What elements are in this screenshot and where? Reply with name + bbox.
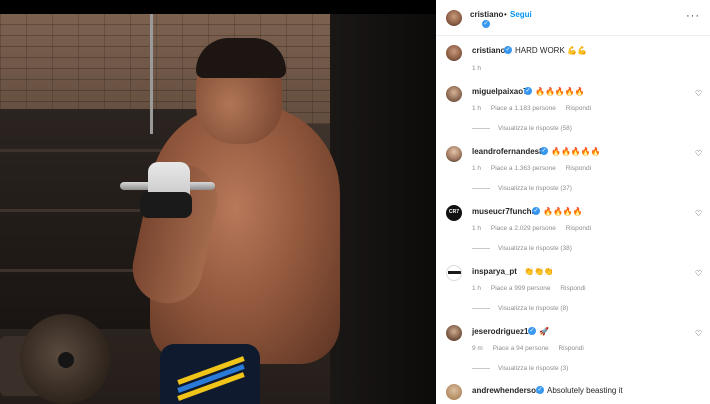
comment-meta: 1 h Piace a 1.183 persone Rispondi [472,105,599,112]
view-replies-button[interactable]: Visualizza le risposte (37) [472,185,572,192]
caption-text: HARD WORK 💪💪 [515,46,587,55]
heart-icon[interactable]: ♡ [695,149,702,158]
reply-button[interactable]: Rispondi [566,105,591,112]
cable-machine-cable [150,14,153,134]
replies-divider [472,367,490,369]
view-replies-button[interactable]: Visualizza le risposte (3) [472,365,568,372]
replies-divider [472,307,490,309]
comment-likes[interactable]: Piace a 1.363 persone [491,165,556,172]
heart-icon[interactable]: ♡ [695,209,702,218]
replies-divider [472,127,490,129]
comment-meta: 1 h Piace a 1.363 persone Rispondi [472,165,599,172]
instagram-post-view: cristiano ✓ • Segui ··· cristiano ✓ HARD… [0,0,710,404]
separator-dot: • [504,10,507,19]
comment-text: 🔥🔥🔥🔥🔥 [551,147,601,156]
insparya-logo [448,271,461,274]
dark-foreground [330,14,436,404]
avatar[interactable] [446,10,462,26]
heart-icon[interactable]: ♡ [695,329,702,338]
comment-username[interactable]: insparya_pt [472,267,517,276]
heart-icon[interactable]: ♡ [695,89,702,98]
leg-pad-core [58,352,74,368]
comment-text: 🔥🔥🔥🔥🔥 [535,87,585,96]
avatar[interactable] [446,86,462,102]
comment-time: 1 h [472,165,482,172]
comment-time: 1 h [472,285,482,292]
comment-text: 🔥🔥🔥🔥 [543,207,583,216]
comment-time: 1 h [472,105,482,112]
avatar[interactable] [446,325,462,341]
comment-username[interactable]: leandrofernandes8 [472,147,544,156]
comment-username[interactable]: miguelpaixao7 [472,87,528,96]
view-replies-label: Visualizza le risposte (58) [498,125,572,132]
reply-button[interactable]: Rispondi [558,345,583,352]
view-replies-button[interactable]: Visualizza le risposte (8) [472,305,568,312]
follow-button[interactable]: Segui [510,10,532,19]
avatar[interactable]: CR7 [446,205,462,221]
verified-icon: ✓ [482,20,490,28]
verified-icon: ✓ [540,147,548,155]
verified-icon: ✓ [536,386,544,394]
heart-icon[interactable]: ♡ [695,269,702,278]
comment-meta: 1 h Piace a 2.029 persone Rispondi [472,225,599,232]
comment-time: 9 m [472,345,483,352]
comment-username[interactable]: andrewhenderson [472,386,541,395]
post-photo[interactable] [0,14,436,404]
comment-username[interactable]: jeserodriguez10 [472,327,533,336]
view-replies-button[interactable]: Visualizza le risposte (58) [472,125,572,132]
comment-text: 🚀 [539,327,549,336]
comment-meta: 9 m Piace a 94 persone Rispondi [472,345,592,352]
more-options-icon[interactable]: ··· [686,10,700,22]
comments-panel: cristiano ✓ • Segui ··· cristiano ✓ HARD… [436,0,710,404]
avatar[interactable] [446,265,462,281]
shorts [160,344,260,404]
comment-text: Absolutely beasting it [547,386,623,395]
verified-icon: ✓ [504,46,512,54]
comment-likes[interactable]: Piace a 94 persone [493,345,549,352]
reply-button[interactable]: Rispondi [566,165,591,172]
view-replies-label: Visualizza le risposte (37) [498,185,572,192]
comment-meta: 1 h Piace a 999 persone Rispondi [472,285,594,292]
reply-button[interactable]: Rispondi [566,225,591,232]
comment-likes[interactable]: Piace a 2.029 persone [491,225,556,232]
avatar[interactable] [446,146,462,162]
comment-likes[interactable]: Piace a 1.183 persone [491,105,556,112]
caption-time: 1 h [472,65,482,72]
view-replies-label: Visualizza le risposte (8) [498,305,569,312]
comment-likes[interactable]: Piace a 999 persone [491,285,551,292]
athlete-hair [196,38,286,78]
avatar[interactable] [446,384,462,400]
replies-divider [472,247,490,249]
view-replies-label: Visualizza le risposte (38) [498,245,572,252]
comment-username[interactable]: museucr7funchal [472,207,538,216]
wrist-strap [140,192,192,218]
verified-icon: ✓ [528,327,536,335]
caption-username[interactable]: cristiano [472,46,505,55]
reply-button[interactable]: Rispondi [560,285,585,292]
verified-icon: ✓ [524,87,532,95]
post-header: cristiano ✓ • Segui ··· [436,0,710,36]
comment-text: 👏👏👏 [524,267,554,276]
cr7-logo: CR7 [448,209,459,215]
view-replies-button[interactable]: Visualizza le risposte (38) [472,245,572,252]
avatar[interactable] [446,45,462,61]
replies-divider [472,187,490,189]
view-replies-label: Visualizza le risposte (3) [498,365,569,372]
verified-icon: ✓ [532,207,540,215]
post-author-username[interactable]: cristiano [470,10,503,19]
comment-time: 1 h [472,225,482,232]
